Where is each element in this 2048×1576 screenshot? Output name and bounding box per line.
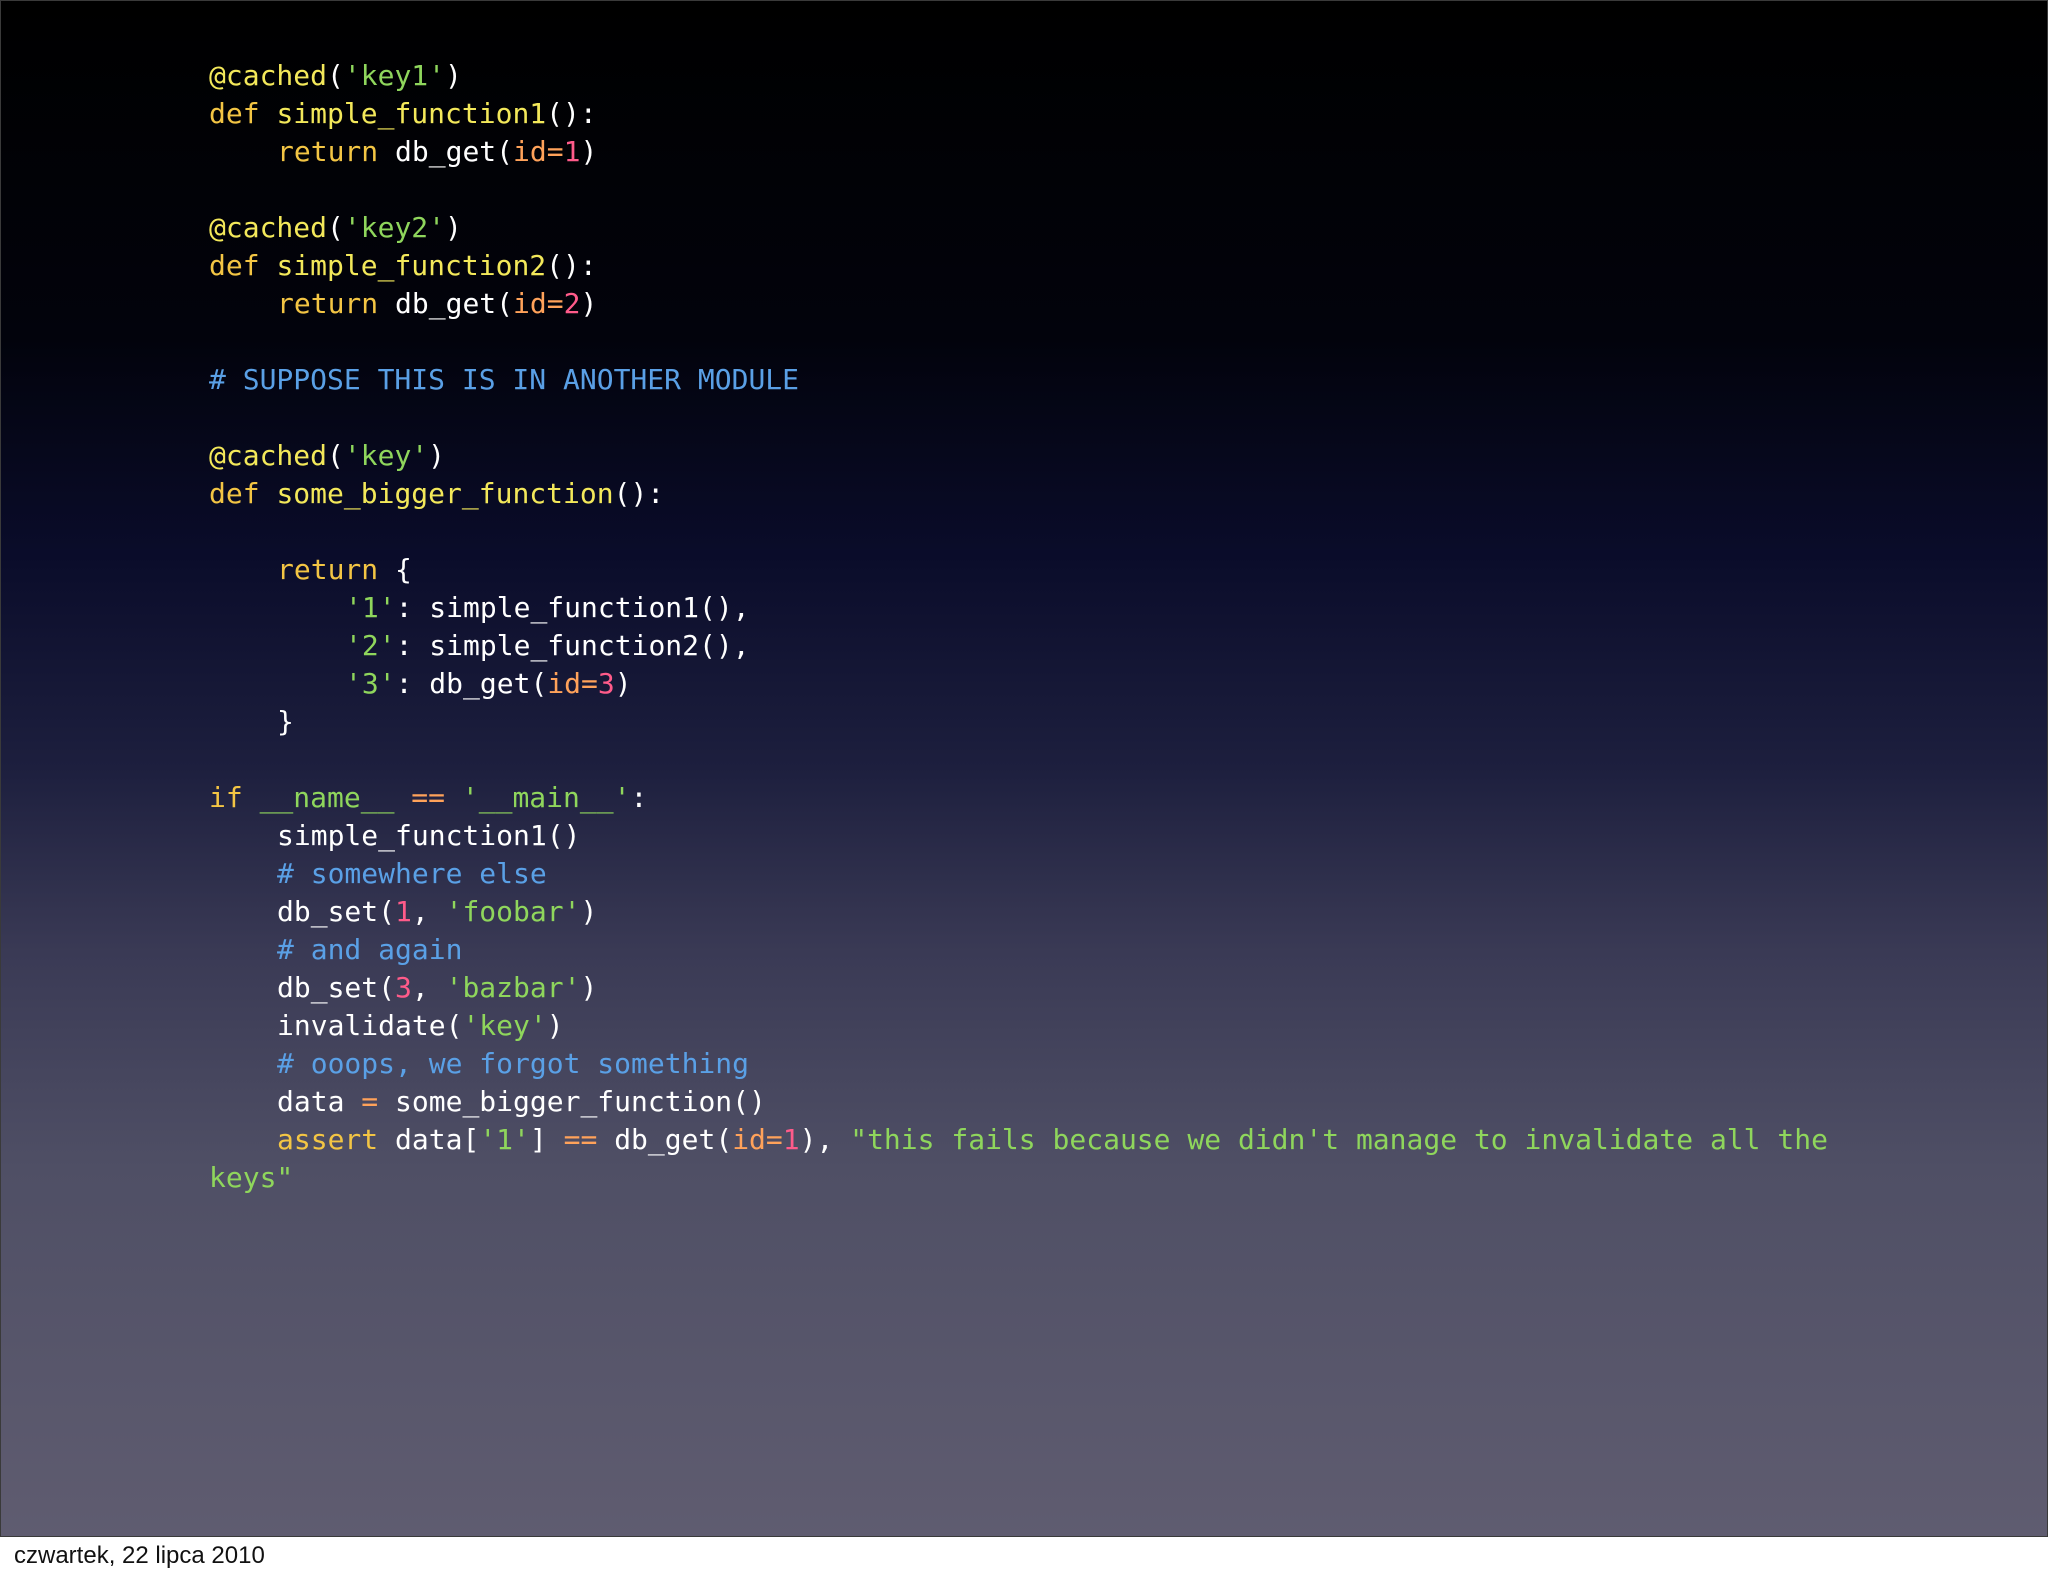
kwarg: id=: [513, 135, 564, 168]
string-literal: '1': [479, 1123, 530, 1156]
identifier: data: [395, 1123, 463, 1156]
comment: # ooops, we forgot something: [277, 1047, 750, 1080]
string-literal: 'key': [462, 1009, 547, 1042]
code-line: @cached('key2'): [209, 211, 462, 244]
function-name: simple_function1: [276, 97, 547, 130]
operator: ==: [563, 1123, 598, 1156]
code-line: if __name__ == '__main__':: [209, 781, 648, 814]
string-literal: 'key': [343, 439, 429, 472]
identifier: invalidate: [277, 1009, 446, 1042]
identifier: db_get: [614, 1123, 716, 1156]
code-line: assert data['1'] == db_get(id=1), "this …: [277, 1123, 1828, 1156]
code-line: return {: [277, 553, 412, 586]
identifier: db_set: [277, 971, 379, 1004]
code-line: keys": [209, 1159, 2029, 1197]
comment: # SUPPOSE THIS IS IN ANOTHER MODULE: [209, 363, 800, 396]
code-line: '3': db_get(id=3): [345, 667, 632, 700]
operator: ==: [411, 781, 446, 814]
function-name: simple_function2: [276, 249, 547, 282]
code-line: @cached('key'): [209, 439, 446, 472]
slide-date-footer: czwartek, 22 lipca 2010: [14, 1542, 265, 1569]
number-literal: 1: [782, 1123, 800, 1156]
function-name: some_bigger_function: [276, 477, 614, 510]
keyword: return: [277, 553, 379, 586]
operator: =: [361, 1085, 379, 1118]
code-line: return db_get(id=1): [277, 135, 598, 168]
string-literal: '2': [345, 629, 396, 662]
code-line: }: [277, 705, 294, 738]
kwarg: id=: [547, 667, 598, 700]
number-literal: 3: [597, 667, 615, 700]
keyword: return: [277, 135, 379, 168]
code-line: data = some_bigger_function(): [209, 1083, 2029, 1121]
keyword: assert: [277, 1123, 379, 1156]
comment: # somewhere else: [277, 857, 547, 890]
code-line: def simple_function2():: [209, 249, 597, 282]
identifier: db_set: [277, 895, 379, 928]
code-line: # SUPPOSE THIS IS IN ANOTHER MODULE: [209, 361, 2029, 399]
identifier: data: [277, 1085, 345, 1118]
code-line: def simple_function1():: [209, 97, 597, 130]
number-literal: 1: [563, 135, 581, 168]
code-line: db_set(3, 'bazbar'): [277, 971, 598, 1004]
keyword: return: [277, 287, 379, 320]
string-literal: '__main__': [461, 781, 631, 814]
decorator: @cached: [209, 211, 328, 244]
string-literal: '1': [345, 591, 396, 624]
decorator: @cached: [209, 439, 328, 472]
call-expression: some_bigger_function(): [395, 1085, 766, 1118]
code-line: def some_bigger_function():: [209, 477, 665, 510]
code-line: simple_function1(): [209, 817, 2029, 855]
keyword: def: [209, 477, 260, 510]
string-literal: 'foobar': [445, 895, 581, 928]
number-literal: 1: [395, 895, 412, 928]
string-literal: "this fails because we didn't manage to …: [850, 1123, 1828, 1156]
decorator: @cached: [209, 59, 328, 92]
code-line: '2': simple_function2(),: [345, 629, 750, 662]
keyword: def: [209, 249, 260, 282]
kwarg: id=: [732, 1123, 783, 1156]
number-literal: 3: [395, 971, 412, 1004]
code-line: invalidate('key'): [277, 1009, 564, 1042]
number-literal: 2: [563, 287, 581, 320]
string-literal: 'key1': [343, 59, 446, 92]
code-line: '1': simple_function1(),: [345, 591, 750, 624]
keyword: def: [209, 97, 260, 130]
code-line: return db_get(id=2): [277, 287, 598, 320]
string-literal: keys": [209, 1161, 294, 1194]
code-line: @cached('key1'): [209, 59, 462, 92]
call-expression: simple_function2(),: [429, 629, 750, 662]
code-line: # somewhere else: [209, 855, 2029, 893]
identifier: __name__: [259, 781, 395, 814]
identifier: db_get: [395, 135, 497, 168]
call-expression: simple_function1(): [277, 819, 581, 852]
slide: @cached('key1') def simple_function1(): …: [0, 0, 2048, 1537]
identifier: db_get: [429, 667, 531, 700]
string-literal: 'key2': [343, 211, 446, 244]
kwarg: id=: [513, 287, 564, 320]
string-literal: 'bazbar': [445, 971, 581, 1004]
code-line: db_set(1, 'foobar'): [277, 895, 598, 928]
comment: # and again: [277, 933, 463, 966]
keyword: if: [209, 781, 243, 814]
string-literal: '3': [345, 667, 396, 700]
code-line: # ooops, we forgot something: [209, 1045, 2029, 1083]
call-expression: simple_function1(),: [429, 591, 750, 624]
code-block: @cached('key1') def simple_function1(): …: [209, 57, 2029, 1197]
identifier: db_get: [395, 287, 497, 320]
code-line: # and again: [209, 931, 2029, 969]
